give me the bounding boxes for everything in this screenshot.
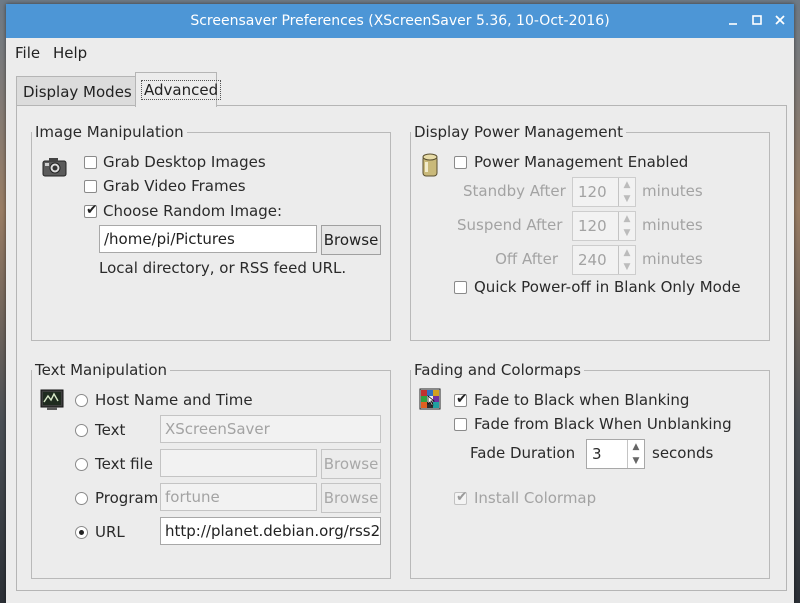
image-path-hint: Local directory, or RSS feed URL.	[99, 259, 347, 277]
spin-down-icon[interactable]: ▼	[628, 454, 644, 468]
choose-random-checkbox[interactable]: ✔	[84, 202, 98, 218]
text-input[interactable]: XScreenSaver	[160, 415, 381, 443]
fading-title: Fading and Colormaps	[411, 361, 584, 379]
menu-bar: File Help	[6, 38, 794, 68]
spin-up-icon[interactable]: ▲	[619, 212, 635, 226]
monitor-text-icon	[40, 389, 64, 410]
spin-down-icon[interactable]: ▼	[619, 260, 635, 274]
off-label: Off After	[495, 250, 558, 268]
standby-label: Standby After	[463, 182, 566, 200]
fade-from-black-checkbox[interactable]	[454, 418, 467, 431]
minimize-icon[interactable]	[726, 13, 740, 27]
text-radio[interactable]	[75, 424, 88, 437]
menu-file[interactable]: File	[15, 44, 40, 62]
advanced-panel: Image Manipulation Grab Desktop Images G…	[16, 105, 787, 591]
spin-up-icon[interactable]: ▲	[628, 440, 644, 454]
suspend-unit: minutes	[642, 216, 703, 234]
spin-up-icon[interactable]: ▲	[619, 178, 635, 192]
text-file-browse-button[interactable]: Browse	[321, 449, 381, 479]
install-colormap-label: Install Colormap	[474, 489, 597, 507]
colormap-icon	[419, 388, 441, 410]
host-name-radio[interactable]	[75, 394, 88, 407]
checkmark-icon: ✔	[456, 489, 468, 505]
close-icon[interactable]	[773, 13, 787, 27]
standby-value: 120	[578, 183, 607, 201]
window-title: Screensaver Preferences (XScreenSaver 5.…	[190, 13, 610, 29]
display-power-title: Display Power Management	[411, 123, 626, 141]
choose-random-label: Choose Random Image:	[103, 202, 283, 220]
text-label: Text	[95, 421, 126, 439]
spin-down-icon[interactable]: ▼	[619, 192, 635, 206]
grab-desktop-label: Grab Desktop Images	[103, 153, 266, 171]
suspend-label: Suspend After	[457, 216, 563, 234]
standby-spinner[interactable]: 120 ▲ ▼	[572, 177, 636, 207]
standby-unit: minutes	[642, 182, 703, 200]
suspend-value: 120	[578, 217, 607, 235]
fade-duration-unit: seconds	[652, 444, 714, 462]
text-file-input[interactable]	[160, 449, 317, 477]
fade-to-black-label: Fade to Black when Blanking	[474, 391, 690, 409]
image-path-input[interactable]: /home/pi/Pictures	[99, 225, 317, 253]
url-input[interactable]: http://planet.debian.org/rss20.x	[160, 517, 381, 545]
program-label: Program	[95, 489, 159, 507]
tab-advanced[interactable]: Advanced	[135, 72, 222, 107]
menu-help[interactable]: Help	[53, 44, 87, 62]
text-file-label: Text file	[95, 455, 153, 473]
radio-selected-dot	[79, 530, 84, 535]
tab-display-modes[interactable]: Display Modes	[16, 76, 142, 107]
tab-display-modes-label: Display Modes	[23, 83, 132, 101]
program-browse-button[interactable]: Browse	[321, 483, 381, 513]
image-browse-button[interactable]: Browse	[321, 225, 381, 255]
url-label: URL	[95, 523, 125, 541]
off-unit: minutes	[642, 250, 703, 268]
grab-desktop-checkbox[interactable]	[84, 156, 97, 169]
spin-up-icon[interactable]: ▲	[619, 246, 635, 260]
install-colormap-checkbox[interactable]: ✔	[454, 489, 468, 505]
maximize-icon[interactable]	[750, 13, 764, 27]
program-input[interactable]: fortune	[160, 483, 317, 511]
program-radio[interactable]	[75, 492, 88, 505]
tab-advanced-label: Advanced	[141, 80, 222, 100]
text-manipulation-title: Text Manipulation	[32, 361, 171, 379]
suspend-spinner[interactable]: 120 ▲ ▼	[572, 211, 636, 241]
screensaver-preferences-window: Screensaver Preferences (XScreenSaver 5.…	[6, 4, 794, 603]
host-name-label: Host Name and Time	[95, 391, 253, 409]
grab-video-label: Grab Video Frames	[103, 177, 246, 195]
off-value: 240	[578, 251, 607, 269]
fade-duration-label: Fade Duration	[470, 444, 576, 462]
fade-duration-value: 3	[592, 445, 602, 463]
power-icon	[422, 153, 438, 177]
fade-from-black-label: Fade from Black When Unblanking	[474, 415, 732, 433]
quick-poweroff-checkbox[interactable]	[454, 281, 467, 294]
fade-duration-spinner[interactable]: 3 ▲ ▼	[586, 439, 645, 469]
quick-poweroff-label: Quick Power-off in Blank Only Mode	[474, 278, 741, 296]
fade-to-black-checkbox[interactable]: ✔	[454, 391, 468, 407]
off-spinner[interactable]: 240 ▲ ▼	[572, 245, 636, 275]
title-bar[interactable]: Screensaver Preferences (XScreenSaver 5.…	[6, 4, 794, 38]
grab-video-checkbox[interactable]	[84, 180, 97, 193]
checkmark-icon: ✔	[86, 202, 98, 218]
url-radio[interactable]	[75, 526, 88, 539]
camera-icon	[42, 158, 67, 177]
checkmark-icon: ✔	[456, 391, 468, 407]
image-manipulation-title: Image Manipulation	[32, 123, 187, 141]
spin-down-icon[interactable]: ▼	[619, 226, 635, 240]
power-management-checkbox[interactable]	[454, 156, 467, 169]
text-file-radio[interactable]	[75, 458, 88, 471]
power-management-label: Power Management Enabled	[474, 153, 689, 171]
